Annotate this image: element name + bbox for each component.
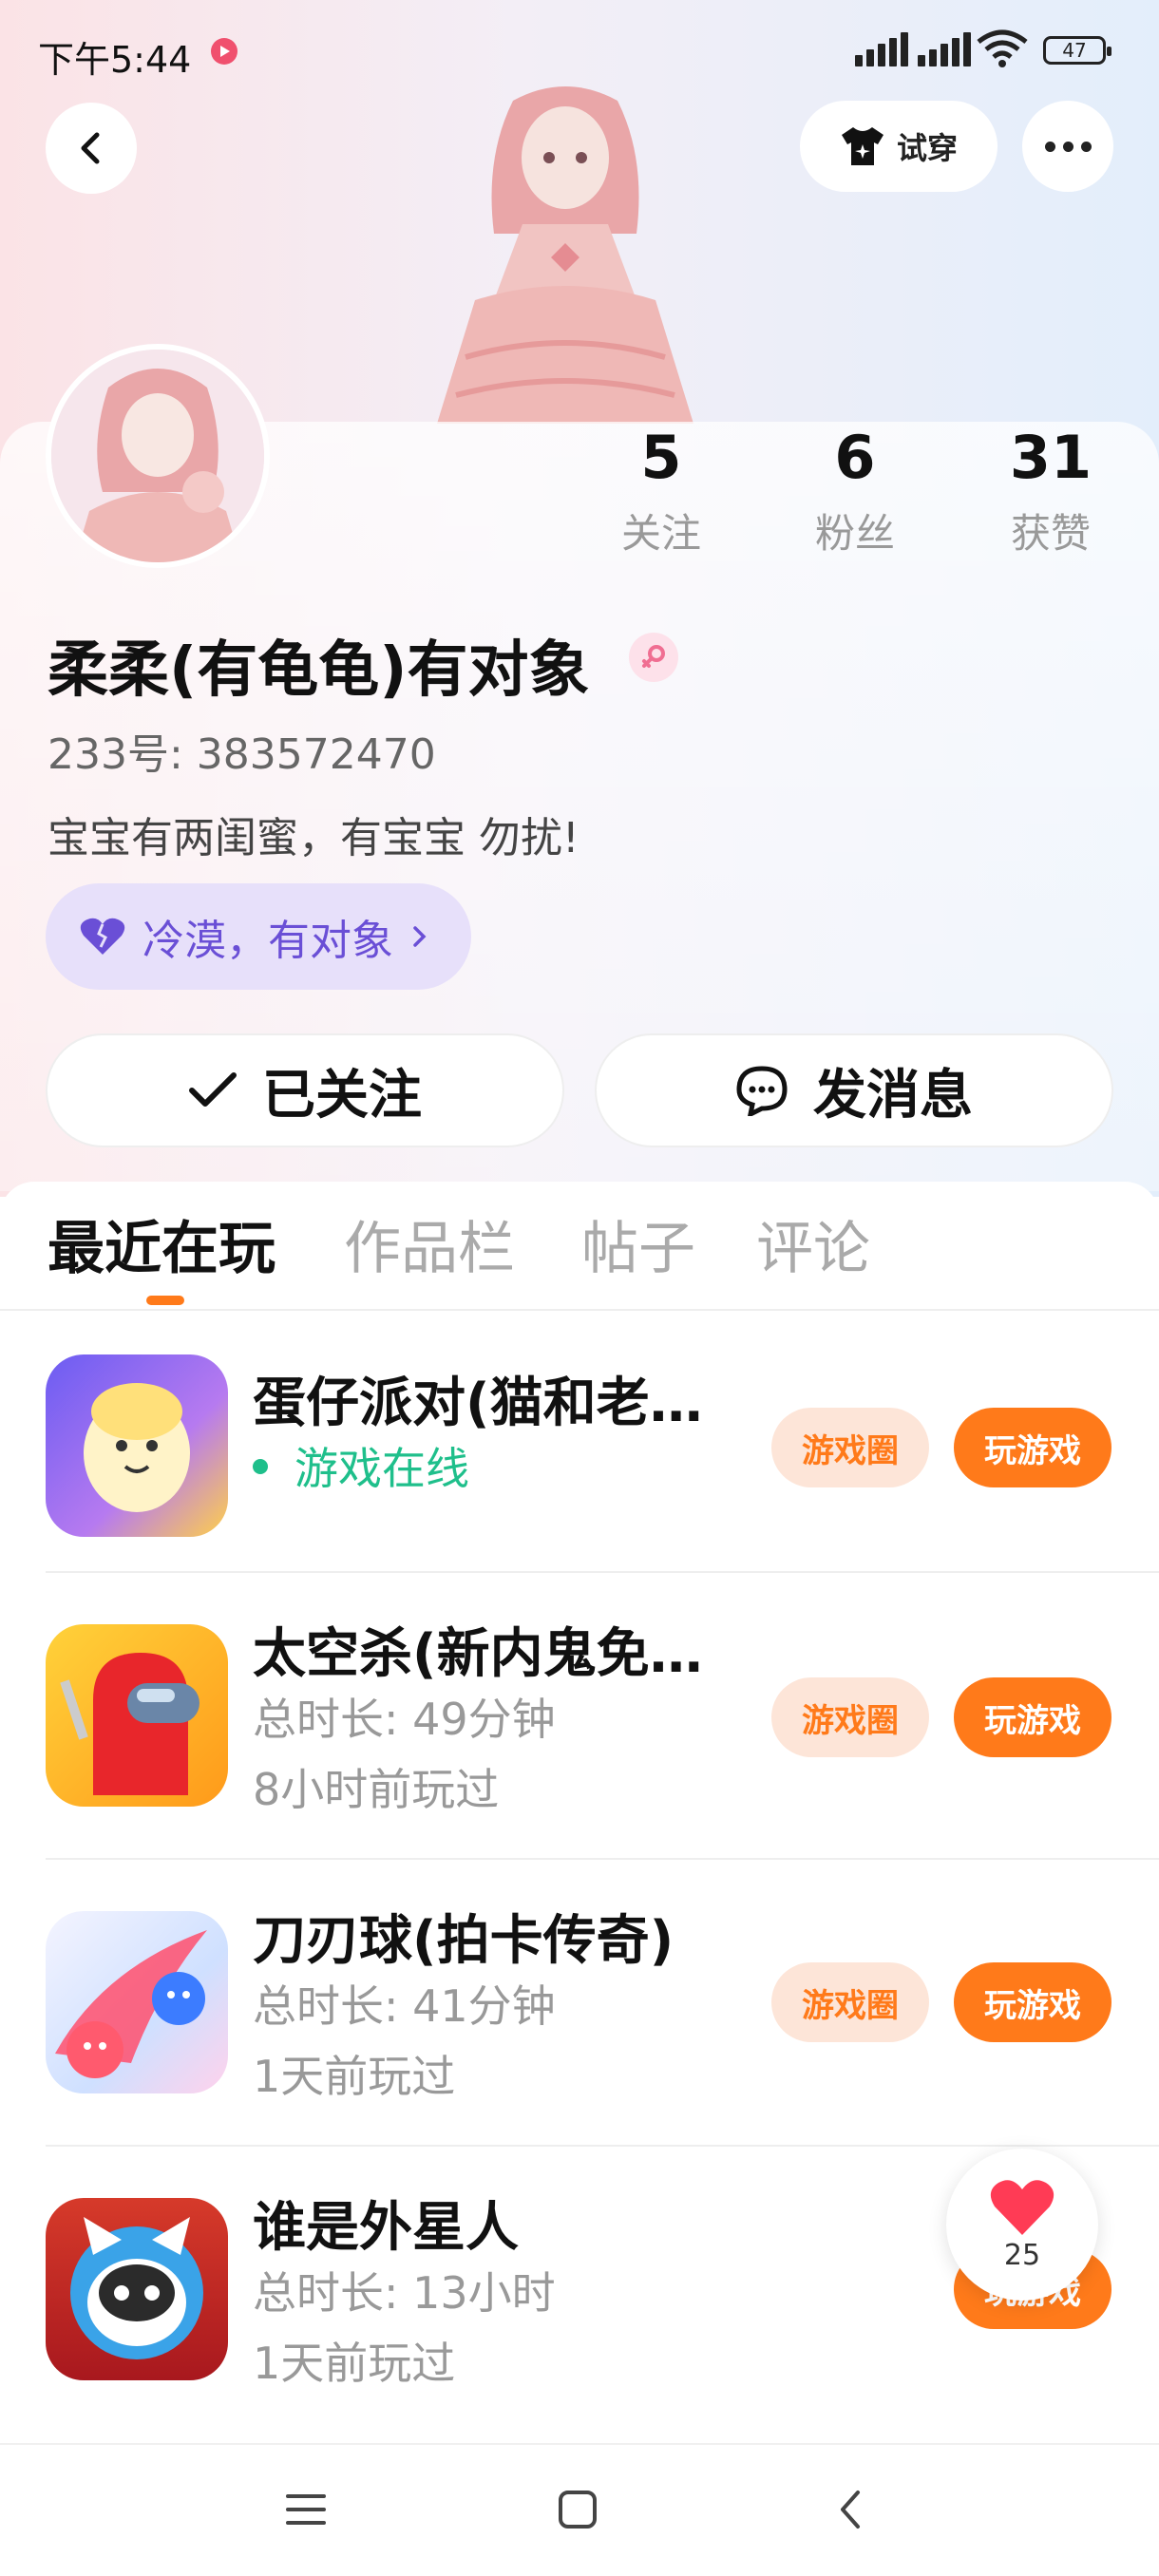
- home-nav-button[interactable]: [549, 2481, 606, 2538]
- signal-icon-2: [918, 28, 971, 66]
- more-options-button[interactable]: [1022, 101, 1113, 192]
- stat-likes[interactable]: 31 获赞: [975, 420, 1127, 559]
- status-tag-label: 冷漠，有对象: [142, 917, 393, 965]
- send-message-label: 发消息: [813, 1064, 973, 1127]
- avatar-figure-image: [437, 86, 694, 424]
- broken-heart-icon: [80, 918, 125, 955]
- screen-record-icon: [211, 38, 238, 65]
- heart-icon: [990, 2179, 1054, 2235]
- game-circle-button[interactable]: 游戏圈: [771, 1408, 929, 1487]
- tab-posts[interactable]: 帖子: [581, 1203, 695, 1285]
- play-game-button[interactable]: 玩游戏: [954, 1408, 1112, 1487]
- game-circle-button[interactable]: 游戏圈: [771, 1677, 929, 1757]
- status-tag-chip[interactable]: 冷漠，有对象: [46, 883, 471, 990]
- game-icon-space-kill: [46, 1624, 228, 1807]
- game-last-played: 1天前玩过: [253, 2338, 456, 2389]
- back-button[interactable]: [46, 103, 137, 194]
- game-icon-blade-ball: [46, 1911, 228, 2093]
- stat-fans[interactable]: 6 粉丝: [779, 420, 931, 559]
- game-title: 太空杀(新内鬼免…: [253, 1623, 703, 1685]
- try-on-label: 试穿: [896, 130, 958, 166]
- menu-nav-button[interactable]: [277, 2481, 334, 2538]
- stat-following[interactable]: 5 关注: [585, 420, 737, 559]
- game-row[interactable]: 太空杀(新内鬼免… 总时长: 49分钟 8小时前玩过 游戏圈 玩游戏: [0, 1573, 1159, 1858]
- chevron-right-icon: [413, 926, 427, 947]
- status-time: 下午5:44: [38, 39, 192, 81]
- game-total-time: 总时长: 13小时: [253, 2267, 556, 2319]
- wifi-icon: [977, 29, 1028, 67]
- like-count: 25: [1003, 2238, 1041, 2272]
- like-float-button[interactable]: 25: [946, 2149, 1098, 2301]
- female-gender-icon: [629, 633, 678, 682]
- game-total-time: 总时长: 41分钟: [253, 1980, 556, 2032]
- tab-comments[interactable]: 评论: [756, 1203, 870, 1285]
- likes-label: 获赞: [1010, 510, 1091, 557]
- followed-button[interactable]: 已关注: [46, 1033, 564, 1147]
- back-nav-button[interactable]: [823, 2481, 880, 2538]
- game-title: 蛋仔派对(猫和老…: [253, 1373, 703, 1434]
- send-message-button[interactable]: 发消息: [595, 1033, 1113, 1147]
- nickname: 柔柔(有龟龟)有对象: [48, 635, 590, 706]
- fans-label: 粉丝: [814, 510, 895, 557]
- battery-icon: 47: [1043, 36, 1112, 65]
- online-dot-icon: [253, 1458, 268, 1474]
- more-dots-icon: [1044, 141, 1092, 152]
- game-title: 刀刃球(拍卡传奇): [253, 1910, 674, 1972]
- game-online-status: 游戏在线: [253, 1434, 469, 1497]
- fans-count: 6: [834, 423, 876, 492]
- home-square-icon: [559, 2491, 597, 2529]
- following-label: 关注: [620, 510, 701, 557]
- play-game-button[interactable]: 玩游戏: [954, 1677, 1112, 1757]
- avatar-image: [51, 350, 264, 562]
- play-game-button[interactable]: 玩游戏: [954, 1962, 1112, 2042]
- game-icon-eggy-party: [46, 1354, 228, 1537]
- tab-recently-played[interactable]: 最近在玩: [48, 1203, 276, 1285]
- followed-label: 已关注: [262, 1064, 422, 1127]
- signal-icon: [855, 28, 908, 66]
- menu-icon: [286, 2494, 326, 2525]
- check-icon: [189, 1072, 237, 1107]
- game-icon-who-is-alien: [46, 2198, 228, 2380]
- game-title: 谁是外星人: [253, 2197, 519, 2259]
- bio-text: 宝宝有两闺蜜，有宝宝 勿扰!: [48, 814, 580, 862]
- user-id: 233号: 383572470: [48, 730, 436, 779]
- chevron-left-icon: [81, 132, 100, 164]
- try-on-button[interactable]: 试穿: [800, 101, 998, 192]
- game-row[interactable]: 蛋仔派对(猫和老… 游戏在线 游戏圈 玩游戏: [0, 1311, 1159, 1596]
- game-circle-button[interactable]: 游戏圈: [771, 1962, 929, 2042]
- tab-works[interactable]: 作品栏: [344, 1203, 515, 1285]
- likes-count: 31: [1009, 423, 1092, 492]
- tshirt-icon: [841, 127, 884, 165]
- back-triangle-icon: [841, 2491, 860, 2529]
- game-last-played: 1天前玩过: [253, 2051, 456, 2102]
- game-total-time: 总时长: 49分钟: [253, 1694, 556, 1745]
- chat-bubble-icon: [736, 1066, 788, 1116]
- following-count: 5: [640, 423, 682, 492]
- game-last-played: 8小时前玩过: [253, 1764, 500, 1815]
- avatar[interactable]: [46, 344, 270, 568]
- game-row[interactable]: 刀刃球(拍卡传奇) 总时长: 41分钟 1天前玩过 游戏圈 玩游戏: [0, 1860, 1159, 2145]
- game-online-label: 游戏在线: [294, 1443, 469, 1494]
- active-tab-indicator: [146, 1296, 184, 1305]
